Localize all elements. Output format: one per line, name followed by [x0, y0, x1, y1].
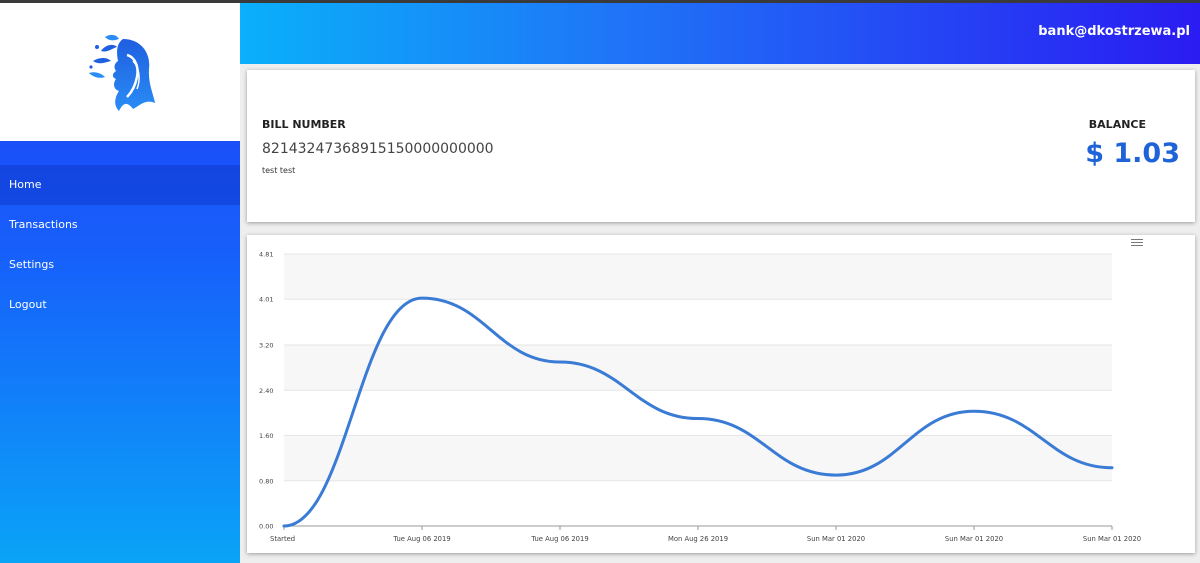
chart-y-tick-label: 4.01	[259, 296, 273, 304]
sidebar-item-label: Settings	[9, 258, 55, 271]
logo-area	[0, 3, 240, 141]
bill-owner-name: test test	[262, 166, 296, 175]
chart-x-tick-label: Mon Aug 26 2019	[668, 535, 728, 543]
balance-heading: BALANCE	[1088, 118, 1146, 131]
chart-y-tick-label: 0.80	[259, 477, 273, 485]
sidebar-item-label: Home	[9, 178, 42, 191]
balance-line-chart: 0.00 0.80 1.60 2.40 3.20 4.01 4.81 Started Tue A…	[259, 251, 1141, 544]
sidebar-item-label: Transactions	[9, 218, 78, 231]
sidebar-item-settings[interactable]: Settings	[0, 245, 240, 285]
bill-number-heading: BILL NUMBER	[262, 118, 346, 131]
woman-profile-logo-icon	[89, 34, 155, 111]
chart-grid-band	[284, 254, 1112, 300]
chart-y-tick-label: 1.60	[259, 432, 273, 440]
chart-series-line	[282, 296, 1114, 528]
chart-y-tick-label: 4.81	[259, 251, 273, 259]
bill-number-value: 82143247368915150000000000	[262, 141, 494, 157]
bill-card: BILL NUMBER 82143247368915150000000000 t…	[247, 70, 1195, 222]
chart-grid-band	[284, 435, 1112, 481]
chart-grid-band	[284, 345, 1112, 391]
chart-x-tick-label: Sun Mar 01 2020	[945, 535, 1003, 543]
balance-value: $ 1.03	[1085, 138, 1180, 169]
sidebar-nav: Home Transactions Settings Logout	[0, 165, 240, 325]
chart-x-tick-label: Sun Mar 01 2020	[807, 535, 865, 543]
chart-x-tick-label: Tue Aug 06 2019	[392, 535, 450, 543]
chart-y-tick-label: 2.40	[259, 387, 273, 395]
balance-chart-card: 0.00 0.80 1.60 2.40 3.20 4.01 4.81 Started Tue A…	[247, 235, 1195, 553]
sidebar-item-label: Logout	[9, 298, 47, 311]
chart-x-tick-label: Sun Mar 01 2020	[1083, 535, 1141, 543]
sidebar: Home Transactions Settings Logout	[0, 3, 240, 563]
sidebar-item-logout[interactable]: Logout	[0, 285, 240, 325]
sidebar-item-transactions[interactable]: Transactions	[0, 205, 240, 245]
chart-y-tick-label: 0.00	[259, 523, 273, 531]
chart-y-tick-label: 3.20	[259, 342, 273, 350]
chart-x-tick-label: Started	[270, 535, 295, 543]
hamburger-menu-icon[interactable]	[1131, 239, 1143, 248]
top-header: bank@dkostrzewa.pl	[240, 3, 1200, 64]
user-email[interactable]: bank@dkostrzewa.pl	[1038, 24, 1190, 39]
chart-x-tick-label: Tue Aug 06 2019	[530, 535, 588, 543]
sidebar-item-home[interactable]: Home	[0, 165, 240, 205]
